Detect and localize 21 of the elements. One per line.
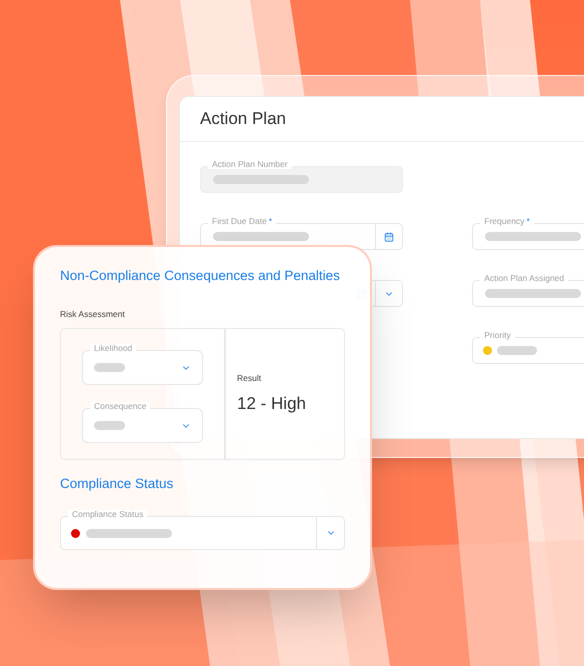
required-mark: * <box>268 217 272 226</box>
risk-assessment-label: Risk Assessment <box>60 308 126 321</box>
calendar-icon <box>384 232 394 242</box>
placeholder-bar <box>94 363 125 372</box>
field-label: Compliance Status <box>72 510 144 519</box>
field-label: Action Plan Assigned <box>484 274 564 282</box>
result-label: Result <box>237 372 262 385</box>
field-label: Likelihood <box>94 344 132 352</box>
section-heading: Compliance Status <box>60 475 174 493</box>
panel-title: Action Plan <box>200 108 286 130</box>
placeholder-bar <box>497 346 538 355</box>
placeholder-bar <box>94 421 125 430</box>
result-value: 12 - High <box>237 392 307 415</box>
dropdown-field[interactable] <box>82 350 203 385</box>
field-label: Action Plan Number <box>212 160 288 168</box>
section-heading: Non-Compliance Consequences and Penalties <box>60 267 341 285</box>
required-mark: * <box>526 217 530 226</box>
field-label: Priority <box>484 331 511 340</box>
field-label: First Due Date <box>212 217 267 226</box>
field-label: Frequency <box>484 217 524 226</box>
field-label: Consequence <box>94 402 146 410</box>
